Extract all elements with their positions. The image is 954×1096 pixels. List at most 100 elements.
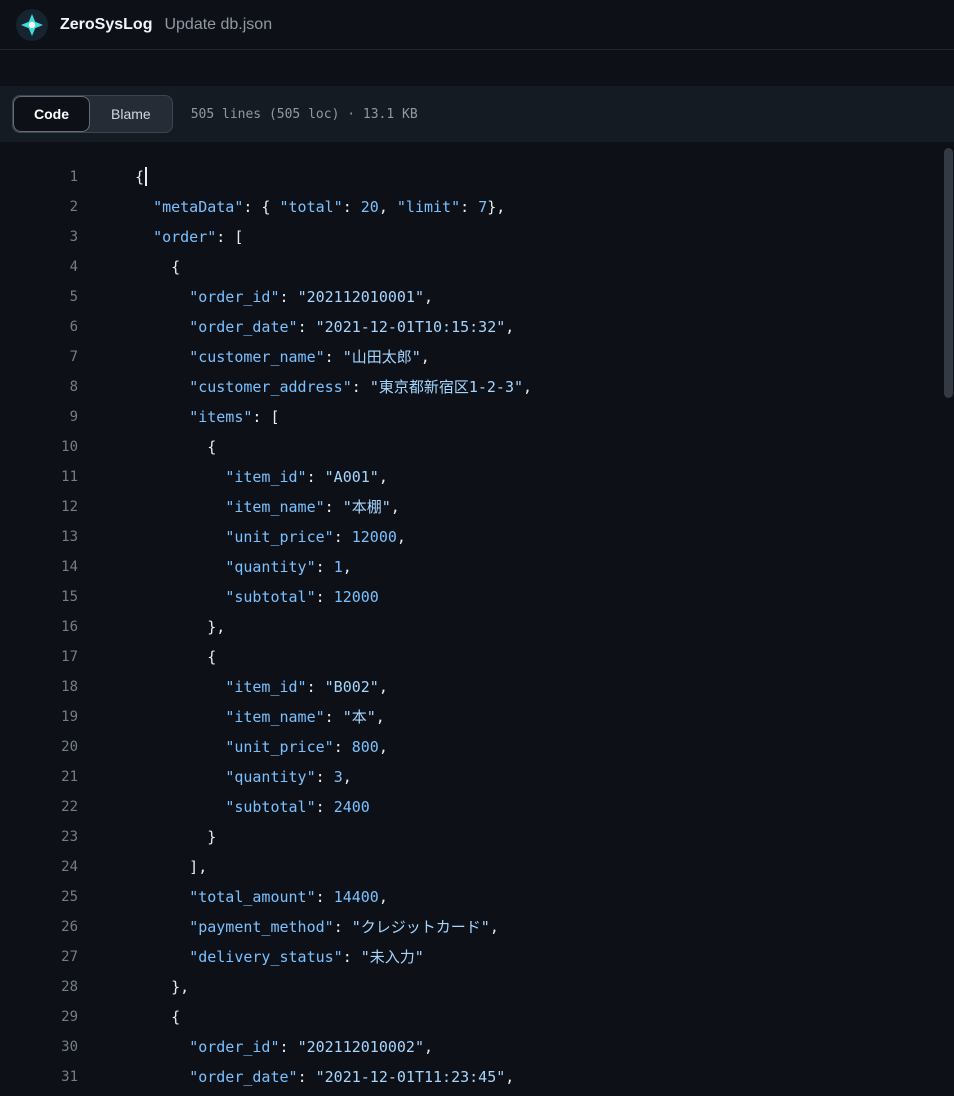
code-text[interactable]: "delivery_status": "未入力" bbox=[78, 942, 424, 972]
line-number[interactable]: 1 bbox=[0, 162, 78, 192]
code-line: 11 "item_id": "A001", bbox=[0, 462, 954, 492]
code-text[interactable]: { bbox=[78, 432, 216, 462]
code-text[interactable]: "item_name": "本棚", bbox=[78, 492, 400, 522]
code-text[interactable]: "order": [ bbox=[78, 222, 243, 252]
code-blame-switcher: Code Blame bbox=[12, 95, 173, 133]
code-text[interactable]: { bbox=[78, 162, 148, 192]
code-text[interactable]: "unit_price": 12000, bbox=[78, 522, 406, 552]
code-line: 8 "customer_address": "東京都新宿区1-2-3", bbox=[0, 372, 954, 402]
page-header: ZeroSysLog Update db.json bbox=[0, 0, 954, 50]
line-number[interactable]: 9 bbox=[0, 402, 78, 432]
app: ZeroSysLog Update db.json Code Blame 505 … bbox=[0, 0, 954, 1096]
line-number[interactable]: 22 bbox=[0, 792, 78, 822]
file-info: 505 lines (505 loc) · 13.1 KB bbox=[190, 106, 418, 122]
code-text[interactable]: "total_amount": 14400, bbox=[78, 882, 388, 912]
line-number[interactable]: 13 bbox=[0, 522, 78, 552]
line-number[interactable]: 6 bbox=[0, 312, 78, 342]
code-text[interactable]: "order_id": "202112010001", bbox=[78, 282, 433, 312]
scrollbar-thumb[interactable] bbox=[944, 148, 953, 398]
code-text[interactable]: }, bbox=[78, 612, 225, 642]
code-line: 4 { bbox=[0, 252, 954, 282]
code-viewer[interactable]: 1{2 "metaData": { "total": 20, "limit": … bbox=[0, 142, 954, 1096]
code-line: 29 { bbox=[0, 1002, 954, 1032]
line-number[interactable]: 8 bbox=[0, 372, 78, 402]
code-text[interactable]: "item_id": "B002", bbox=[78, 672, 388, 702]
line-number[interactable]: 15 bbox=[0, 582, 78, 612]
line-number[interactable]: 2 bbox=[0, 192, 78, 222]
code-line: 30 "order_id": "202112010002", bbox=[0, 1032, 954, 1062]
code-line: 15 "subtotal": 12000 bbox=[0, 582, 954, 612]
line-number[interactable]: 31 bbox=[0, 1062, 78, 1092]
code-text[interactable]: "quantity": 1, bbox=[78, 552, 351, 582]
code-line: 25 "total_amount": 14400, bbox=[0, 882, 954, 912]
line-number[interactable]: 24 bbox=[0, 852, 78, 882]
code-line: 16 }, bbox=[0, 612, 954, 642]
line-number[interactable]: 28 bbox=[0, 972, 78, 1002]
code-line: 24 ], bbox=[0, 852, 954, 882]
code-line: 20 "unit_price": 800, bbox=[0, 732, 954, 762]
commit-message: Update db.json bbox=[164, 15, 273, 33]
code-text[interactable]: { bbox=[78, 252, 180, 282]
code-text[interactable]: { bbox=[78, 642, 216, 672]
code-text[interactable]: "item_name": "本", bbox=[78, 702, 385, 732]
code-text[interactable]: "subtotal": 2400 bbox=[78, 792, 370, 822]
line-number[interactable]: 30 bbox=[0, 1032, 78, 1062]
line-number[interactable]: 23 bbox=[0, 822, 78, 852]
code-line: 18 "item_id": "B002", bbox=[0, 672, 954, 702]
code-text[interactable]: "order_date": "2021-12-01T11:23:45", bbox=[78, 1062, 514, 1092]
code-line: 26 "payment_method": "クレジットカード", bbox=[0, 912, 954, 942]
code-line: 14 "quantity": 1, bbox=[0, 552, 954, 582]
line-number[interactable]: 14 bbox=[0, 552, 78, 582]
code-text[interactable]: } bbox=[78, 822, 216, 852]
code-text[interactable]: ], bbox=[78, 852, 207, 882]
line-number[interactable]: 27 bbox=[0, 942, 78, 972]
code-text[interactable]: "customer_address": "東京都新宿区1-2-3", bbox=[78, 372, 532, 402]
line-number[interactable]: 5 bbox=[0, 282, 78, 312]
text-caret bbox=[145, 167, 148, 186]
code-line: 13 "unit_price": 12000, bbox=[0, 522, 954, 552]
code-line: 31 "order_date": "2021-12-01T11:23:45", bbox=[0, 1062, 954, 1092]
line-number[interactable]: 11 bbox=[0, 462, 78, 492]
line-number[interactable]: 4 bbox=[0, 252, 78, 282]
line-number[interactable]: 12 bbox=[0, 492, 78, 522]
code-line: 19 "item_name": "本", bbox=[0, 702, 954, 732]
code-line: 5 "order_id": "202112010001", bbox=[0, 282, 954, 312]
code-line: 12 "item_name": "本棚", bbox=[0, 492, 954, 522]
code-text[interactable]: "items": [ bbox=[78, 402, 279, 432]
code-line: 27 "delivery_status": "未入力" bbox=[0, 942, 954, 972]
code-text[interactable]: "customer_name": "山田太郎", bbox=[78, 342, 430, 372]
code-text[interactable]: "metaData": { "total": 20, "limit": 7}, bbox=[78, 192, 505, 222]
line-number[interactable]: 29 bbox=[0, 1002, 78, 1032]
code-text[interactable]: }, bbox=[78, 972, 189, 1002]
code-line: 10 { bbox=[0, 432, 954, 462]
code-text[interactable]: "item_id": "A001", bbox=[78, 462, 388, 492]
repo-avatar-icon bbox=[16, 8, 48, 41]
line-number[interactable]: 7 bbox=[0, 342, 78, 372]
line-number[interactable]: 26 bbox=[0, 912, 78, 942]
code-text[interactable]: "unit_price": 800, bbox=[78, 732, 388, 762]
code-line: 21 "quantity": 3, bbox=[0, 762, 954, 792]
line-number[interactable]: 17 bbox=[0, 642, 78, 672]
code-line: 23 } bbox=[0, 822, 954, 852]
code-lines: 1{2 "metaData": { "total": 20, "limit": … bbox=[0, 162, 954, 1092]
line-number[interactable]: 19 bbox=[0, 702, 78, 732]
tab-code[interactable]: Code bbox=[13, 96, 90, 132]
code-text[interactable]: "order_id": "202112010002", bbox=[78, 1032, 433, 1062]
line-number[interactable]: 21 bbox=[0, 762, 78, 792]
line-number[interactable]: 16 bbox=[0, 612, 78, 642]
repo-name[interactable]: ZeroSysLog bbox=[60, 16, 152, 34]
scrollbar[interactable] bbox=[944, 144, 953, 1094]
code-line: 22 "subtotal": 2400 bbox=[0, 792, 954, 822]
repo-avatar[interactable] bbox=[16, 8, 48, 41]
line-number[interactable]: 20 bbox=[0, 732, 78, 762]
line-number[interactable]: 10 bbox=[0, 432, 78, 462]
code-text[interactable]: { bbox=[78, 1002, 180, 1032]
line-number[interactable]: 3 bbox=[0, 222, 78, 252]
tab-blame[interactable]: Blame bbox=[90, 96, 172, 132]
code-text[interactable]: "payment_method": "クレジットカード", bbox=[78, 912, 499, 942]
line-number[interactable]: 18 bbox=[0, 672, 78, 702]
code-text[interactable]: "quantity": 3, bbox=[78, 762, 351, 792]
code-text[interactable]: "order_date": "2021-12-01T10:15:32", bbox=[78, 312, 514, 342]
line-number[interactable]: 25 bbox=[0, 882, 78, 912]
code-text[interactable]: "subtotal": 12000 bbox=[78, 582, 379, 612]
